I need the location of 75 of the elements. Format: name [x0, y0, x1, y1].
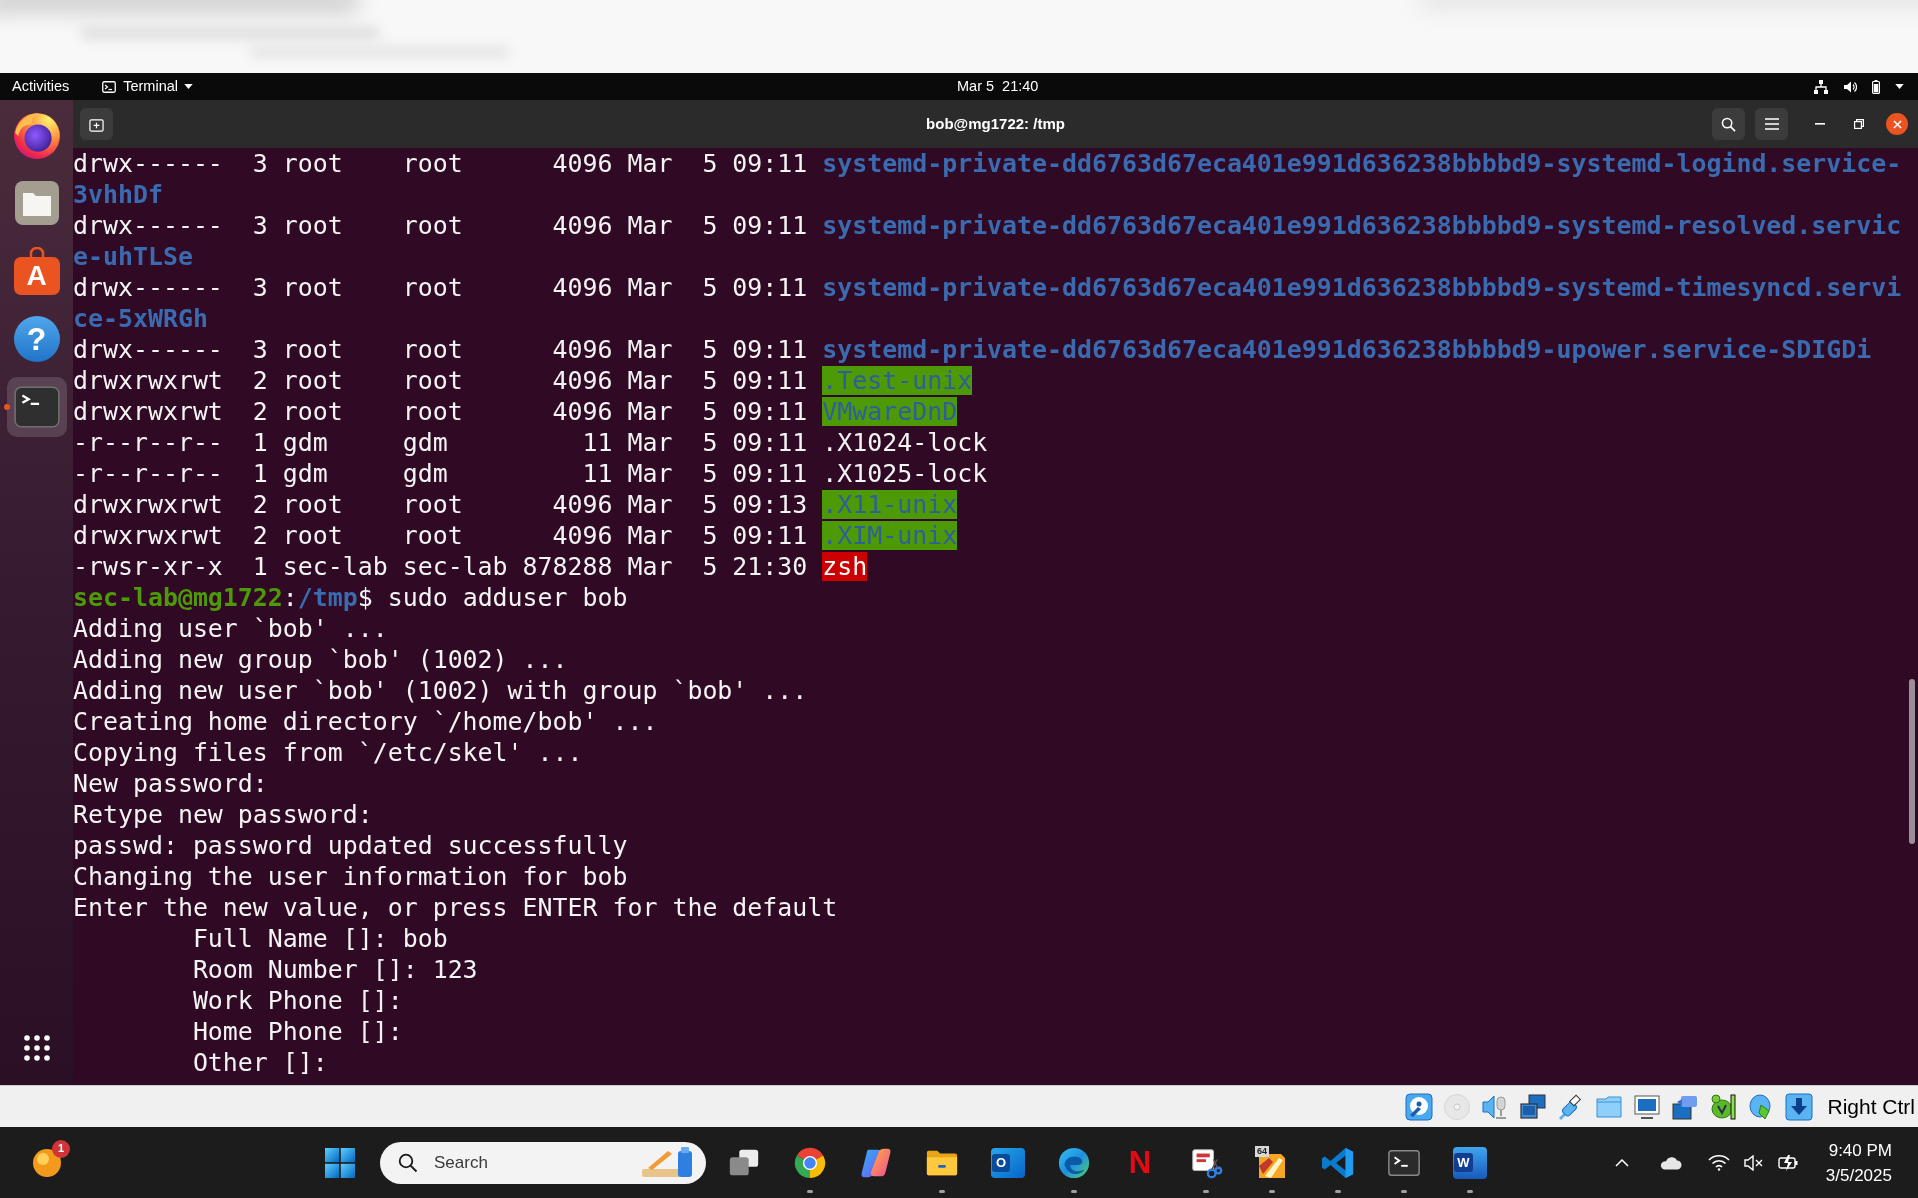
network-screens-icon[interactable] [1519, 1092, 1548, 1121]
listing-line: drwxrwxrwt 2 root root 4096 Mar 5 09:13 .X11-unix [73, 489, 958, 520]
output-line: New password: [73, 768, 268, 799]
host-key-label: Right Ctrl [1827, 1096, 1915, 1117]
caret-icon [184, 84, 193, 89]
output-line: Enter the new value, or press ENTER for the default [73, 892, 838, 923]
output-line: passwd: password updated successfully [73, 830, 628, 861]
n-logo-icon: N [1128, 1147, 1152, 1178]
dock-item[interactable]: A [6, 241, 67, 301]
listing-line: -rwsr-xr-x 1 sec-lab sec-lab 878288 Mar 5 21:30 zsh [73, 551, 868, 582]
menu-button[interactable] [1755, 108, 1788, 140]
output-line: Adding user `bob' ... [73, 613, 388, 644]
output-line: Full Name []: bob [192, 923, 448, 954]
search-button[interactable] [1712, 108, 1745, 140]
listing-line: drwxrwxrwt 2 root root 4096 Mar 5 09:11 .Test-unix [73, 365, 973, 396]
restore-icon [1854, 119, 1864, 129]
window-title: bob@mg1722: /tmp [926, 113, 1065, 134]
chevron-up-icon [1614, 1158, 1629, 1167]
close-button[interactable] [1886, 113, 1908, 135]
fox-globe-icon [11, 110, 62, 160]
taskbar-app-button[interactable]: N [1107, 1132, 1173, 1193]
scrollbar-thumb[interactable] [1909, 679, 1915, 844]
sun-icon [31, 1146, 63, 1179]
output-line: Room Number []: 123 [192, 954, 478, 985]
taskbar-app-button[interactable]: O [975, 1132, 1041, 1193]
four-panes-icon [325, 1147, 355, 1178]
question-mark-icon: ? [13, 316, 60, 362]
close-icon [1892, 119, 1902, 129]
battery-charging-icon [1777, 1153, 1800, 1172]
output-line: Other []: [192, 1047, 328, 1078]
taskbar-app-button[interactable]: W [1437, 1132, 1503, 1193]
segmented-ring-icon [793, 1145, 827, 1180]
minimize-icon [1815, 123, 1825, 125]
output-line: Adding new user `bob' (1002) with group `bob' ... [73, 675, 808, 706]
output-line: Adding new group `bob' (1002) ... [73, 644, 568, 675]
notification-badge: 1 [52, 1139, 70, 1158]
turtle-icon[interactable] [1709, 1092, 1738, 1121]
search-icon [1721, 116, 1736, 132]
listing-line: -r--r--r-- 1 gdm gdm 11 Mar 5 09:11 .X1025-lock [73, 458, 988, 489]
app-grid-icon [23, 1035, 50, 1061]
clock-button[interactable]: 9:40 PM 3/5/2025 [1819, 1137, 1898, 1188]
output-line: Home Phone []: [192, 1016, 403, 1047]
swirl-icon [1057, 1145, 1091, 1180]
volume-muted-icon [1743, 1154, 1764, 1171]
taskbar-app-button[interactable]: 64 [1239, 1132, 1305, 1193]
battery-icon [1872, 79, 1880, 94]
search-icon [398, 1152, 418, 1173]
output-line: Copying files from `/etc/skel' ... [73, 737, 583, 768]
output-line: Creating home directory `/home/bob' ... [73, 706, 658, 737]
folder-icon [12, 179, 61, 227]
menu-icon [1764, 118, 1779, 130]
wifi-icon [1707, 1154, 1730, 1171]
widgets-button[interactable]: 1 [22, 1137, 72, 1188]
activities-button[interactable]: Activities [12, 79, 70, 94]
command-line: sec-lab@mg1722:/tmp$ sudo adduser bob [73, 582, 628, 613]
listing-line: drwxrwxrwt 2 root root 4096 Mar 5 09:11 VMwareDnD [73, 396, 958, 427]
terminal-icon [102, 80, 117, 93]
mail-tile-icon: O [991, 1147, 1025, 1178]
caret-icon [1895, 84, 1904, 89]
new-tab-button[interactable] [80, 108, 113, 140]
w-document-icon: W [1453, 1146, 1487, 1179]
monitor-icon[interactable] [1633, 1092, 1662, 1121]
listing-line: drwxrwxrwt 2 root root 4096 Mar 5 09:11 .XIM-unix [73, 520, 958, 551]
app-menu-button[interactable]: Terminal [102, 79, 193, 94]
volume-icon [1843, 79, 1857, 94]
output-line: Changing the user information for bob [73, 861, 628, 892]
listing-line: -r--r--r-- 1 gdm gdm 11 Mar 5 09:11 .X1024-lock [73, 427, 988, 458]
output-line: Work Phone []: [192, 985, 403, 1016]
folded-ribbon-icon [1321, 1145, 1355, 1180]
listing-line: drwx------ 3 root root 4096 Mar 5 09:11 systemd-private-dd6763d67eca401e991d636238bbbbd9-upower.service-SDIGDi [73, 334, 1872, 365]
network-icon [1814, 79, 1828, 94]
search-field[interactable]: Search [380, 1141, 706, 1184]
output-line: Retype new password: [73, 799, 373, 830]
tab-plus-icon [89, 116, 104, 132]
clock-button[interactable]: Mar 5 21:40 [957, 79, 1039, 94]
